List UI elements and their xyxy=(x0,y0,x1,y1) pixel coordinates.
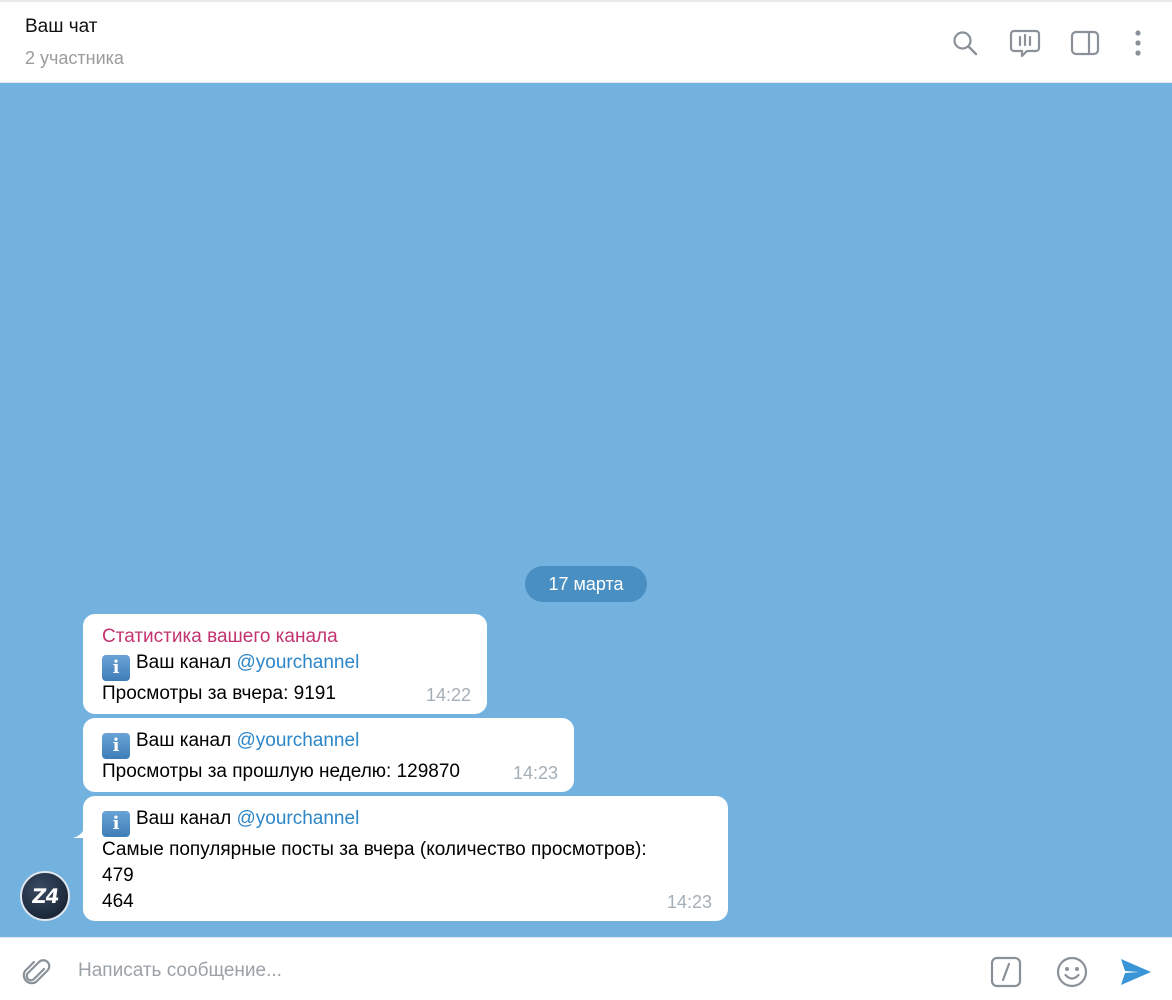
message-time: 14:23 xyxy=(512,763,558,783)
info-icon: i xyxy=(102,733,130,759)
message-composer: Написать сообщение... xyxy=(0,937,1172,1000)
chat-header: Ваш чат 2 участника xyxy=(0,0,1172,83)
avatar[interactable]: Z4 xyxy=(20,871,70,921)
chat-title[interactable]: Ваш чат xyxy=(25,16,98,38)
message-text: Просмотры за вчера: 9191 xyxy=(102,683,336,704)
voice-chat-icon[interactable] xyxy=(1009,27,1041,59)
attach-icon[interactable] xyxy=(18,954,54,990)
message-line: i Ваш канал @yourchannel xyxy=(102,650,468,681)
emoji-icon[interactable] xyxy=(1054,954,1090,990)
top-divider xyxy=(0,0,1172,2)
chat-member-count[interactable]: 2 участника xyxy=(25,48,124,69)
message-line: i Ваш канал @yourchannel xyxy=(102,728,555,759)
channel-mention-link[interactable]: @yourchannel xyxy=(236,808,359,829)
message-text: Ваш канал xyxy=(136,652,237,673)
message-text: 464 xyxy=(102,891,134,912)
search-icon[interactable] xyxy=(949,27,981,59)
message-sender[interactable]: Статистика вашего канала xyxy=(102,624,468,650)
date-separator: 17 марта xyxy=(525,566,647,602)
message-bubble[interactable]: Статистика вашего канала i Ваш канал @you… xyxy=(83,614,487,714)
message-text: Ваш канал xyxy=(136,730,237,751)
message-bubble[interactable]: i Ваш канал @yourchannel Просмотры за про… xyxy=(83,718,574,792)
message-line: i Ваш канал @yourchannel xyxy=(102,806,709,837)
message-text: Ваш канал xyxy=(136,808,237,829)
send-icon[interactable] xyxy=(1118,954,1154,990)
channel-mention-link[interactable]: @yourchannel xyxy=(236,730,359,751)
channel-mention-link[interactable]: @yourchannel xyxy=(236,652,359,673)
commands-icon[interactable] xyxy=(988,954,1024,990)
message-time: 14:22 xyxy=(425,685,471,705)
message-input[interactable]: Написать сообщение... xyxy=(78,960,282,982)
message-bubble[interactable]: i Ваш канал @yourchannel Самые популярные… xyxy=(83,796,728,921)
message-text: Самые популярные посты за вчера (количес… xyxy=(102,839,647,860)
avatar-initials: Z4 xyxy=(30,884,60,908)
bubble-tail xyxy=(73,826,93,838)
chat-history[interactable]: 17 марта Статистика вашего канала i Ваш к… xyxy=(0,83,1172,937)
message-text: 479 xyxy=(102,865,134,886)
info-icon: i xyxy=(102,811,130,837)
more-icon[interactable] xyxy=(1122,27,1154,59)
message-text: Просмотры за прошлую неделю: 129870 xyxy=(102,761,461,782)
info-icon: i xyxy=(102,655,130,681)
sidebar-toggle-icon[interactable] xyxy=(1069,27,1101,59)
message-time: 14:23 xyxy=(666,892,712,912)
